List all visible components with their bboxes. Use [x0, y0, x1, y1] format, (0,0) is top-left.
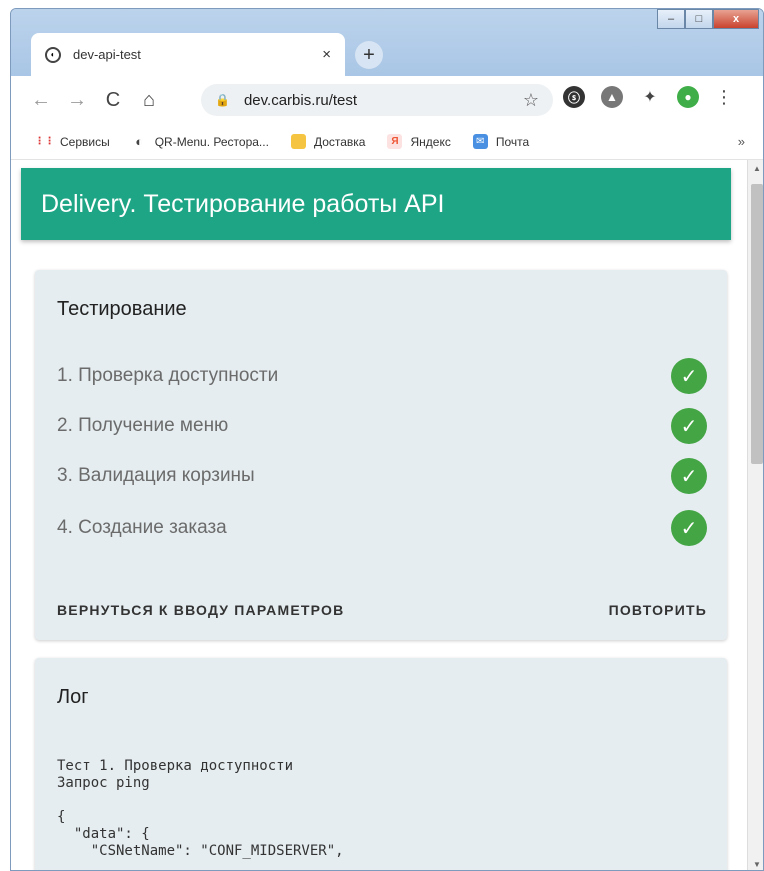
app-bar: Delivery. Тестирование работы API: [21, 168, 731, 240]
bookmark-label: Доставка: [313, 134, 366, 149]
test-step: 4. Создание заказа ✓: [57, 508, 707, 548]
card-actions: ВЕРНУТЬСЯ К ВВОДУ ПАРАМЕТРОВ ПОВТОРИТЬ: [57, 602, 707, 618]
minimize-button[interactable]: –: [657, 9, 685, 29]
page-title: Delivery. Тестирование работы API: [41, 189, 445, 218]
bookmark-mail[interactable]: ✉ Почта: [472, 134, 530, 149]
step-label: 1. Проверка доступности: [57, 365, 279, 386]
test-step: 3. Валидация корзины ✓: [57, 456, 707, 496]
maximize-button[interactable]: □: [685, 9, 713, 29]
close-window-button[interactable]: x: [713, 9, 759, 29]
globe-icon: ◐: [135, 134, 144, 149]
apps-grid-icon: ⋮⋮: [34, 136, 55, 147]
star-icon[interactable]: ☆: [523, 90, 539, 111]
url-text: dev.carbis.ru/test: [243, 91, 358, 109]
yandex-icon: Я: [387, 134, 403, 149]
address-bar[interactable]: 🔒 dev.carbis.ru/test ☆: [201, 84, 553, 116]
tab-title: dev-api-test: [73, 47, 141, 62]
step-label: 3. Валидация корзины: [57, 465, 255, 486]
tab-strip: – □ x ◐ dev-api-test × +: [11, 9, 763, 76]
page-viewport: Delivery. Тестирование работы API Тестир…: [11, 160, 763, 870]
scroll-down-icon[interactable]: ▼: [748, 856, 763, 870]
tab-close-icon[interactable]: ×: [322, 46, 331, 63]
home-icon[interactable]: ⌂: [135, 89, 163, 112]
puzzle-icon[interactable]: ✦: [639, 86, 661, 108]
avatar[interactable]: ●: [677, 86, 699, 108]
window-controls: – □ x: [657, 9, 759, 29]
bookmarks-bar: ⋮⋮ Сервисы ◐ QR-Menu. Рестора... Доставк…: [11, 124, 763, 160]
browser-window: – □ x ◐ dev-api-test × + ← → C ⌂ 🔒 dev.c…: [10, 8, 764, 871]
scroll-up-icon[interactable]: ▲: [748, 160, 763, 176]
reload-icon[interactable]: C: [99, 89, 127, 112]
drive-icon[interactable]: ▲: [601, 86, 623, 108]
menu-icon[interactable]: ⋮: [715, 87, 733, 108]
step-label: 2. Получение меню: [57, 415, 229, 436]
bookmark-yandex[interactable]: Я Яндекс: [387, 134, 451, 149]
bookmark-label: Сервисы: [60, 134, 110, 149]
bookmark-label: QR-Menu. Рестора...: [154, 134, 269, 149]
extensions: ⓢ ▲ ✦ ● ⋮: [563, 86, 733, 108]
back-arrow-icon[interactable]: ←: [27, 89, 55, 112]
check-circle-icon: ✓: [671, 510, 707, 546]
testing-title: Тестирование: [57, 298, 187, 320]
step-label: 4. Создание заказа: [57, 517, 227, 538]
check-circle-icon: ✓: [671, 358, 707, 394]
bookmark-qr-menu[interactable]: ◐ QR-Menu. Рестора...: [132, 134, 269, 149]
bookmark-delivery[interactable]: Доставка: [290, 134, 366, 149]
scroll-thumb[interactable]: [751, 184, 763, 464]
bookmark-label: Яндекс: [410, 134, 451, 149]
bookmark-label: Почта: [495, 134, 530, 149]
folder-icon: [290, 134, 306, 149]
lock-icon: 🔒: [215, 93, 230, 107]
browser-tab[interactable]: ◐ dev-api-test ×: [31, 33, 345, 76]
forward-arrow-icon[interactable]: →: [63, 89, 91, 112]
bookmarks-more-icon[interactable]: »: [738, 134, 745, 149]
new-tab-button[interactable]: +: [355, 41, 383, 69]
log-title: Лог: [57, 686, 89, 708]
back-to-parameters-button[interactable]: ВЕРНУТЬСЯ К ВВОДУ ПАРАМЕТРОВ: [57, 602, 344, 618]
test-step: 2. Получение меню ✓: [57, 406, 707, 446]
repeat-button[interactable]: ПОВТОРИТЬ: [609, 602, 707, 618]
testing-card: Тестирование 1. Проверка доступности ✓ 2…: [35, 270, 727, 640]
log-card: Лог Тест 1. Проверка доступности Запрос …: [35, 658, 727, 870]
mail-icon: ✉: [472, 134, 488, 149]
check-circle-icon: ✓: [671, 408, 707, 444]
test-step: 1. Проверка доступности ✓: [57, 356, 707, 396]
globe-icon: ◐: [45, 46, 61, 63]
browser-toolbar: ← → C ⌂ 🔒 dev.carbis.ru/test ☆ ⓢ ▲ ✦ ● ⋮: [11, 76, 763, 124]
extension-icon[interactable]: ⓢ: [563, 86, 585, 108]
log-output: Тест 1. Проверка доступности Запрос ping…: [57, 758, 344, 859]
bookmark-services[interactable]: ⋮⋮ Сервисы: [34, 134, 110, 149]
check-circle-icon: ✓: [671, 458, 707, 494]
scrollbar[interactable]: ▲ ▼: [747, 160, 763, 870]
